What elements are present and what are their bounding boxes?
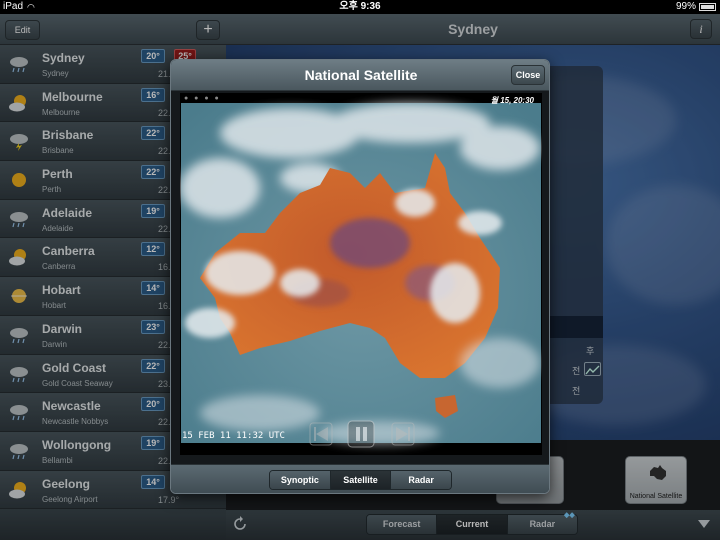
frame-indicator: ● ● ● ● (184, 95, 221, 102)
rewind-button[interactable] (310, 423, 334, 447)
pause-button[interactable] (348, 423, 372, 447)
satellite-image: ● ● ● ● 월 15, 20:30 15 FEB 11 11:32 UTC (180, 93, 542, 455)
tab-satellite[interactable]: Satellite (330, 471, 392, 489)
forward-button[interactable] (392, 423, 416, 447)
tab-radar[interactable]: Radar (391, 471, 451, 489)
battery-icon (699, 3, 716, 11)
clock: 오후 9:36 (339, 1, 381, 12)
close-button[interactable]: Close (511, 65, 545, 85)
modal-title: National Satellite (304, 67, 418, 83)
tab-synoptic[interactable]: Synoptic (270, 471, 331, 489)
modal-header: National Satellite Close (171, 60, 549, 91)
status-bar: iPad ◠ 오후 9:36 99% (0, 0, 720, 14)
satellite-timestamp: 15 FEB 11 11:32 UTC (182, 431, 285, 441)
satellite-modal: National Satellite Close ● ● ● ● 월 15, 2… (170, 59, 550, 494)
modal-footer: Synoptic Satellite Radar (171, 464, 549, 493)
battery-percent: 99% (675, 1, 696, 12)
frame-date: 월 15, 20:30 (490, 96, 534, 105)
satellite-map (180, 93, 542, 455)
map-type-tabs: Synoptic Satellite Radar (269, 470, 452, 490)
